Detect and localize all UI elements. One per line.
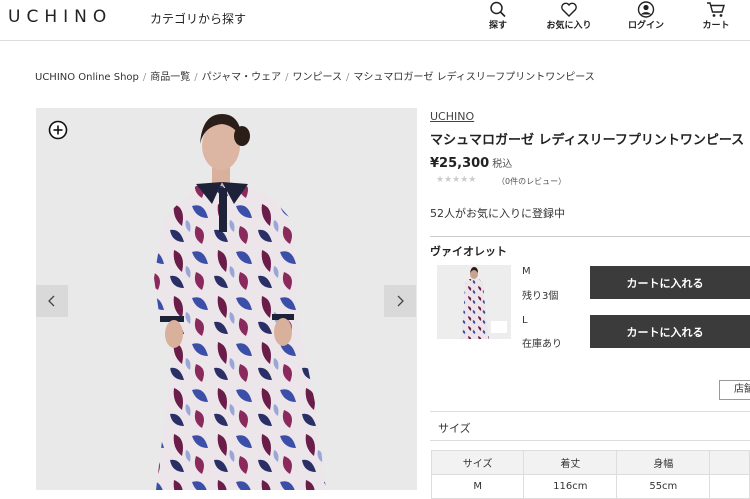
review-count[interactable]: （0件のレビュー） — [497, 176, 566, 187]
search-icon — [490, 1, 506, 18]
image-prev-button[interactable] — [36, 285, 68, 317]
price-value: ¥25,300 — [430, 156, 490, 171]
variant-size-l: L — [522, 315, 528, 326]
breadcrumb-separator: / — [142, 72, 147, 83]
product-price: ¥25,300 税込 — [430, 155, 512, 171]
site-header: UCHINO カテゴリから探す 探す お気に入り ログイン カート — [0, 0, 750, 41]
size-table: サイズ 着丈 身幅 M 116cm 55cm — [430, 450, 750, 499]
table-row: M 116cm 55cm — [430, 474, 750, 499]
size-table-header: 身幅 — [616, 450, 711, 475]
login-nav[interactable]: ログイン — [624, 1, 668, 31]
breadcrumb-item[interactable]: UCHINO Online Shop — [35, 72, 139, 83]
heart-icon — [561, 2, 577, 17]
store-stock-button[interactable]: 店舗 — [719, 380, 750, 400]
brand-link[interactable]: UCHINO — [430, 110, 474, 123]
size-section-label: サイズ — [438, 422, 471, 435]
table-cell: M — [430, 474, 525, 499]
size-table-header-row: サイズ 着丈 身幅 — [430, 450, 750, 475]
model-in-dress-illustration — [154, 114, 326, 490]
favorites-nav[interactable]: お気に入り — [541, 1, 597, 31]
variant-stock-l: 在庫あり — [522, 339, 562, 350]
product-main-image[interactable] — [36, 108, 417, 490]
divider — [430, 440, 750, 441]
breadcrumb-separator: / — [346, 72, 350, 83]
image-next-button[interactable] — [384, 285, 416, 317]
color-name: ヴァイオレット — [430, 245, 507, 258]
user-icon — [637, 1, 655, 18]
tax-label: 税込 — [492, 159, 513, 170]
login-nav-label: ログイン — [627, 21, 664, 31]
table-cell: 55cm — [616, 474, 711, 499]
thumbnail-illustration — [461, 267, 507, 339]
cart-nav-label: カート — [702, 21, 730, 31]
table-cell: 116cm — [523, 474, 618, 499]
product-title: マシュマロガーゼ レディスリーフプリントワンピース — [430, 133, 745, 148]
category-menu-link[interactable]: カテゴリから探す — [150, 10, 246, 27]
breadcrumb-current: マシュマロガーゼ レディスリーフプリントワンピース — [353, 72, 595, 83]
favorites-nav-label: お気に入り — [546, 21, 592, 31]
chevron-right-icon — [397, 295, 404, 307]
rating-stars-icon: ★★★★★ — [436, 175, 477, 185]
table-cell-empty — [709, 474, 750, 499]
size-table-header-empty — [709, 450, 750, 475]
size-table-header: サイズ — [430, 450, 525, 475]
breadcrumb-item[interactable]: ワンピース — [293, 72, 343, 83]
variant-stock-m: 残り3個 — [522, 291, 559, 302]
size-table-header: 着丈 — [523, 450, 618, 475]
variant-thumbnail — [437, 265, 511, 339]
search-nav[interactable]: 探す — [484, 1, 512, 31]
breadcrumb-separator: / — [285, 72, 289, 83]
breadcrumb-item[interactable]: パジャマ・ウェア — [202, 72, 282, 83]
cart-icon — [707, 2, 725, 17]
breadcrumb-separator: / — [194, 72, 198, 83]
favorites-count: 52人がお気に入りに登録中 — [430, 207, 565, 220]
add-to-cart-button-l[interactable]: カートに入れる — [590, 315, 750, 348]
add-to-cart-button-m[interactable]: カートに入れる — [590, 266, 750, 299]
cart-nav[interactable]: カート — [699, 1, 733, 31]
divider — [430, 236, 750, 237]
chevron-left-icon — [48, 295, 55, 307]
site-logo[interactable]: UCHINO — [8, 7, 112, 27]
search-nav-label: 探す — [488, 21, 507, 31]
divider — [430, 411, 750, 412]
variant-size-m: M — [522, 266, 531, 277]
zoom-in-icon[interactable] — [48, 120, 68, 140]
breadcrumb-item[interactable]: 商品一覧 — [150, 72, 190, 83]
breadcrumb: UCHINO Online Shop / 商品一覧 / パジャマ・ウェア / ワンピース / マ… — [35, 68, 595, 83]
